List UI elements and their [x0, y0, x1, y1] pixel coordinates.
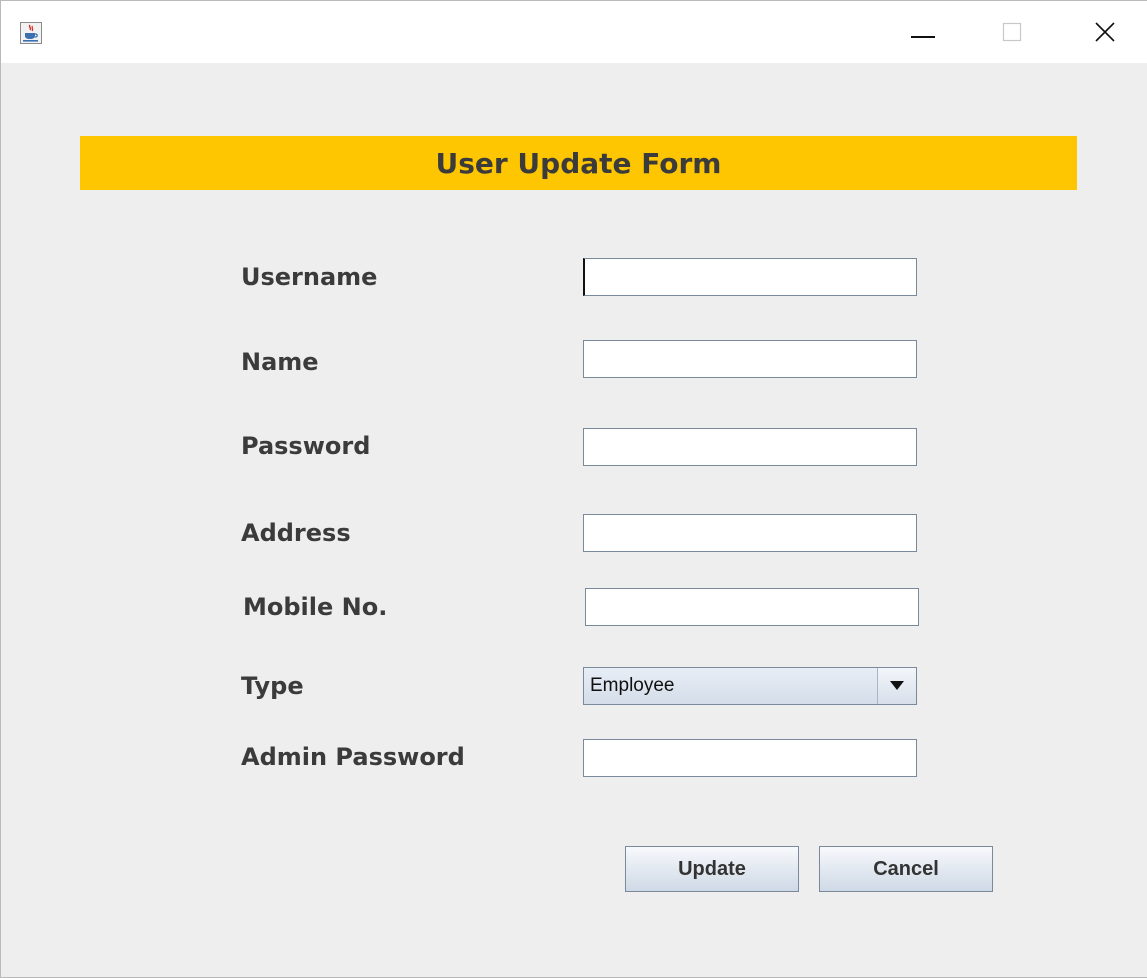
mobile-input[interactable] [585, 588, 919, 626]
admin-password-label: Admin Password [241, 743, 465, 771]
form-title-banner: User Update Form [80, 136, 1077, 190]
minimize-button[interactable] [890, 1, 956, 63]
close-icon [1094, 21, 1116, 43]
admin-password-input[interactable] [583, 739, 917, 777]
name-input[interactable] [583, 340, 917, 378]
address-input[interactable] [583, 514, 917, 552]
name-label: Name [241, 348, 319, 376]
type-selected-value: Employee [590, 675, 675, 696]
maximize-icon [1002, 22, 1022, 42]
form-title: User Update Form [435, 146, 722, 180]
update-button[interactable]: Update [625, 846, 799, 892]
mobile-label: Mobile No. [243, 593, 388, 621]
update-form-window: User Update Form Username Name Password … [0, 0, 1147, 978]
cancel-button[interactable]: Cancel [819, 846, 993, 892]
type-label: Type [241, 672, 304, 700]
java-app-icon [19, 21, 43, 45]
username-input[interactable] [583, 258, 917, 296]
close-button[interactable] [1072, 1, 1138, 63]
dropdown-arrow-button[interactable] [877, 668, 916, 704]
username-label: Username [241, 263, 378, 291]
password-input[interactable] [583, 428, 917, 466]
maximize-button[interactable] [979, 1, 1045, 63]
password-label: Password [241, 432, 371, 460]
type-dropdown[interactable]: Employee [583, 667, 917, 705]
title-bar[interactable] [1, 1, 1147, 63]
chevron-down-icon [890, 677, 904, 695]
address-label: Address [241, 519, 351, 547]
minimize-icon [911, 20, 935, 44]
